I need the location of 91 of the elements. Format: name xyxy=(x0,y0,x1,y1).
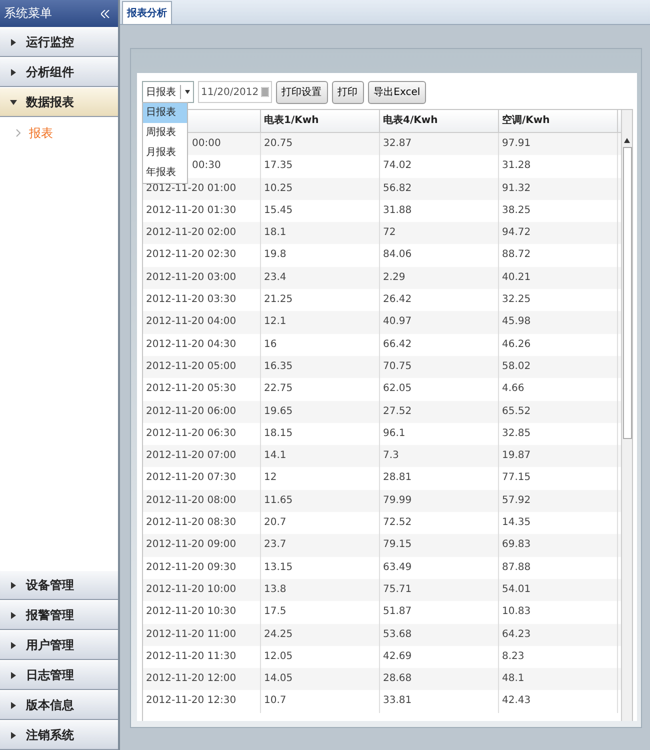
toolbar-button[interactable]: 打印设置 xyxy=(276,80,328,104)
sidebar-title: 系统菜单 xyxy=(4,5,52,22)
menu-group[interactable]: 设备管理 xyxy=(0,570,118,600)
column-header[interactable]: 电表4/Kwh xyxy=(380,110,499,132)
menu-group[interactable]: 版本信息 xyxy=(0,690,118,720)
caret-icon xyxy=(10,732,17,738)
table-cell: 53.68 xyxy=(380,624,499,646)
table-cell: 32.87 xyxy=(380,133,499,156)
table-cell: 72 xyxy=(380,222,499,244)
dropdown-option[interactable]: 日报表 xyxy=(143,103,187,123)
table-cell: 19.65 xyxy=(261,400,380,423)
collapse-icon[interactable] xyxy=(101,10,110,18)
table-cell: 24.25 xyxy=(261,624,380,646)
caret-icon xyxy=(16,129,21,137)
caret-icon xyxy=(10,582,17,588)
table-cell: 13.8 xyxy=(261,578,380,602)
table-cell: 2012-11-20 05:00 xyxy=(143,356,261,378)
table-cell: 2012-11-20 08:00 xyxy=(143,490,261,512)
table-cell: 65.52 xyxy=(499,400,618,423)
table-cell: 28.68 xyxy=(380,668,499,690)
menu-group[interactable]: 报警管理 xyxy=(0,600,118,630)
table-cell: 33.81 xyxy=(380,690,499,713)
dropdown-option[interactable]: 周报表 xyxy=(143,123,187,143)
table-cell: 45.98 xyxy=(499,311,618,334)
table-cell: 2012-11-20 12:30 xyxy=(143,690,261,713)
tab[interactable]: 报表分析 xyxy=(122,1,172,24)
table-cell: 94.72 xyxy=(499,222,618,244)
menu-group[interactable]: 日志管理 xyxy=(0,660,118,690)
table-cell: 12.1 xyxy=(261,311,380,334)
caret-icon xyxy=(10,612,17,618)
table-cell: 2012-11-20 06:00 xyxy=(143,400,261,423)
table-cell: 16.35 xyxy=(261,356,380,378)
menu-group[interactable]: 数据报表 xyxy=(0,87,118,117)
table-cell: 10.7 xyxy=(261,690,380,713)
menu-group[interactable]: 运行监控 xyxy=(0,27,118,57)
table-cell: 20.75 xyxy=(261,133,380,156)
table-cell: 97.91 xyxy=(499,133,618,156)
table-cell: 57.92 xyxy=(499,490,618,512)
table-cell: 19.87 xyxy=(499,445,618,468)
caret-icon xyxy=(10,98,17,106)
table-cell: 40.97 xyxy=(380,311,499,334)
column-header[interactable]: 空调/Kwh xyxy=(499,110,618,132)
table-cell: 75.71 xyxy=(380,578,499,602)
caret-icon xyxy=(10,702,17,708)
toolbar-button[interactable]: 导出Excel xyxy=(368,80,426,104)
table-cell: 91.32 xyxy=(499,178,618,200)
toolbar-button[interactable]: 打印 xyxy=(332,80,364,104)
menu-group[interactable]: 注销系统 xyxy=(0,720,118,750)
table-cell: 54.01 xyxy=(499,578,618,602)
table-cell: 2012-11-20 03:00 xyxy=(143,266,261,290)
table-cell: 58.02 xyxy=(499,356,618,378)
scrollbar-thumb[interactable] xyxy=(622,147,632,439)
table-cell: 7.3 xyxy=(380,445,499,468)
table-cell: 79.99 xyxy=(380,490,499,512)
table-cell: 14.05 xyxy=(261,668,380,690)
table-cell: 2012-11-20 09:00 xyxy=(143,534,261,557)
menu-group[interactable]: 用户管理 xyxy=(0,630,118,660)
caret-icon xyxy=(10,68,17,76)
column-header[interactable]: 电表1/Kwh xyxy=(261,110,380,132)
scrollbar[interactable] xyxy=(621,110,632,721)
table-cell: 2012-11-20 04:00 xyxy=(143,311,261,334)
table-cell: 2012-11-20 02:00 xyxy=(143,222,261,244)
menu-group[interactable]: 分析组件 xyxy=(0,57,118,87)
caret-icon xyxy=(10,672,17,678)
table-cell: 10.25 xyxy=(261,178,380,200)
table-cell: 40.21 xyxy=(499,266,618,290)
table-cell: 2012-11-20 01:00 xyxy=(143,178,261,200)
table-cell: 2.29 xyxy=(380,266,499,290)
caret-icon xyxy=(10,642,17,648)
table-cell: 64.23 xyxy=(499,624,618,646)
table-cell: 2012-11-20 12:00 xyxy=(143,668,261,690)
date-field[interactable]: 11/20/2012 xyxy=(198,81,272,103)
dropdown-arrow-icon xyxy=(185,90,190,94)
table-cell: 2012-11-20 11:00 xyxy=(143,624,261,646)
table-cell: 2012-11-20 07:00 xyxy=(143,445,261,468)
table-cell: 70.75 xyxy=(380,356,499,378)
calendar-icon[interactable] xyxy=(260,87,269,97)
table-cell: 14.1 xyxy=(261,445,380,468)
table-cell: 48.1 xyxy=(499,668,618,690)
table-cell: 18.1 xyxy=(261,222,380,244)
table-cell: 42.43 xyxy=(499,690,618,713)
table-cell: 79.15 xyxy=(380,534,499,557)
table-cell: 69.83 xyxy=(499,534,618,557)
table-cell: 11.65 xyxy=(261,490,380,512)
table-cell: 23.4 xyxy=(261,266,380,290)
table-cell: 56.82 xyxy=(380,178,499,200)
table-cell: 27.52 xyxy=(380,400,499,423)
table-cell: 2012-11-20 10:00 xyxy=(143,578,261,602)
caret-icon xyxy=(10,38,17,46)
scroll-up-icon[interactable] xyxy=(624,138,630,143)
table-cell: 23.7 xyxy=(261,534,380,557)
